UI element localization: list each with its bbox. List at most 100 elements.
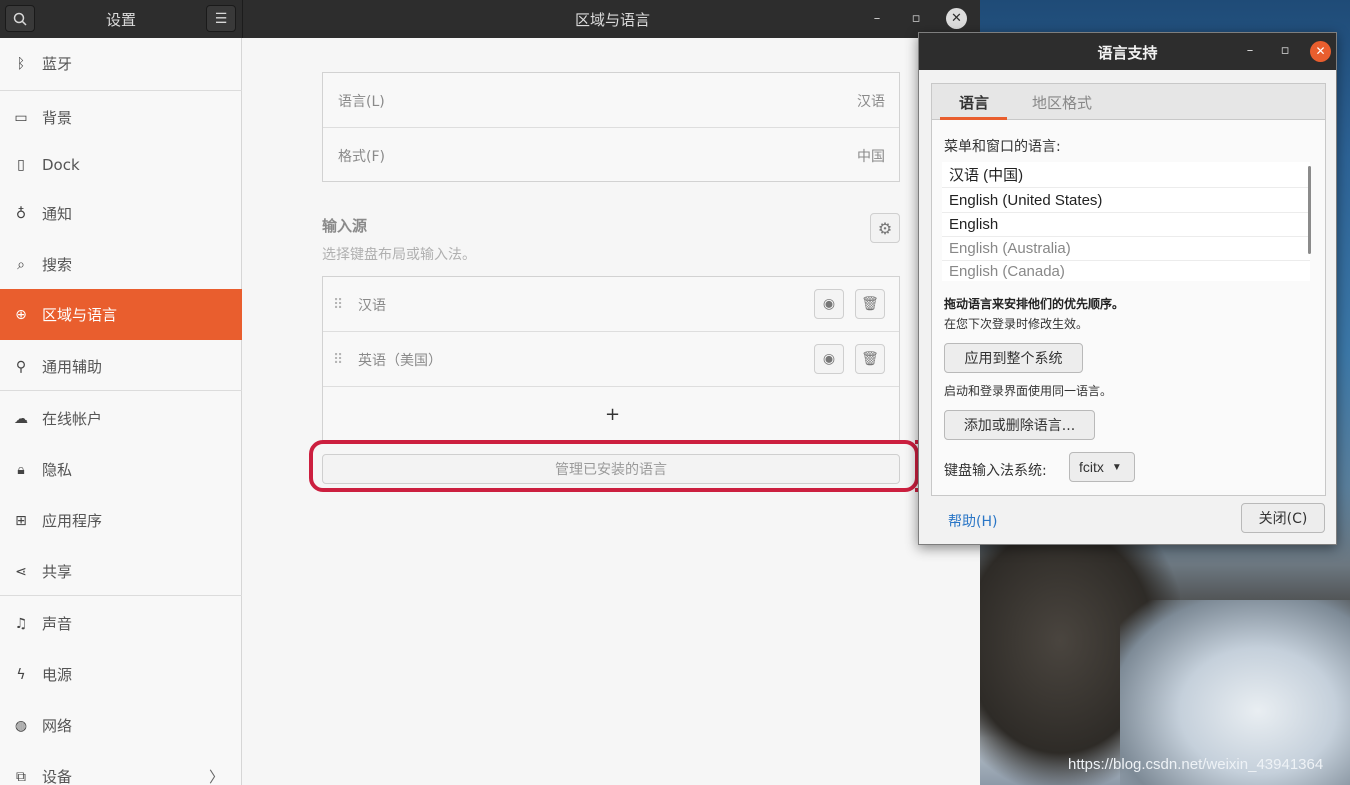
add-input-source-row[interactable]: + <box>323 387 899 442</box>
tab-language[interactable]: 语言 <box>959 92 989 113</box>
list-item[interactable]: English (United States) <box>942 189 1310 213</box>
close-button[interactable]: ✕ <box>946 8 967 29</box>
maximize-icon: ▫ <box>1280 43 1290 58</box>
dialog-title: 语言支持 <box>1097 44 1158 62</box>
sidebar-item-network[interactable]: ◍ 网络 <box>0 700 242 751</box>
sidebar-item-bluetooth[interactable]: ᛒ 蓝牙 <box>0 38 242 89</box>
input-options-button[interactable]: ⚙ <box>870 213 900 243</box>
remove-button[interactable]: 🗑︎ <box>855 289 885 319</box>
input-source-row[interactable]: ⠿ 汉语 ◉ 🗑︎ <box>323 277 899 332</box>
maximize-button[interactable]: ▫ <box>907 10 925 28</box>
format-row[interactable]: 格式(F) 中国 <box>323 128 899 183</box>
sidebar-item-label: 隐私 <box>42 461 73 479</box>
eye-icon: ◉ <box>822 296 836 312</box>
sidebar-item-label: Dock <box>42 155 80 174</box>
apply-system-wide-button[interactable]: 应用到整个系统 <box>944 343 1083 373</box>
menu-button[interactable]: ☰ <box>206 5 236 32</box>
language-row-label: 语言(L) <box>338 93 385 110</box>
dialog-close-text-button[interactable]: 关闭(C) <box>1241 503 1325 533</box>
bell-icon: ♁ <box>15 205 27 222</box>
plus-icon: + <box>605 404 621 425</box>
trash-icon: 🗑︎ <box>861 351 879 367</box>
help-button[interactable]: 帮助(H) <box>948 511 997 531</box>
dock-icon: ▯ <box>17 156 25 173</box>
share-icon: ⋖ <box>15 563 27 580</box>
dialog-maximize-button[interactable]: ▫ <box>1276 42 1294 60</box>
im-system-value: fcitx <box>1079 459 1104 475</box>
sidebar-item-devices[interactable]: ⧉ 设备 〉 <box>0 751 242 785</box>
apps-icon: ⊞ <box>15 512 27 529</box>
add-remove-languages-button[interactable]: 添加或删除语言... <box>944 410 1095 440</box>
headerbar-divider <box>242 0 243 38</box>
search-icon: ⌕ <box>17 256 25 273</box>
dropdown-arrow-icon: ▼ <box>1111 461 1122 473</box>
input-sources-frame: ⠿ 汉语 ◉ 🗑︎ ⠿ 英语（美国） ◉ 🗑︎ + <box>322 276 900 441</box>
devices-icon: ⧉ <box>16 768 26 785</box>
sidebar-item-privacy[interactable]: 🔒︎ 隐私 <box>0 444 242 495</box>
sidebar-item-label: 共享 <box>42 563 73 581</box>
sidebar-item-label: 网络 <box>42 717 73 735</box>
highlight-manage-button <box>309 440 919 492</box>
minimize-button[interactable]: – <box>868 10 886 28</box>
sidebar-item-label: 区域与语言 <box>42 306 118 324</box>
sidebar-item-region-language[interactable]: ⊕ 区域与语言 <box>0 289 242 340</box>
minimize-icon: – <box>1246 43 1254 58</box>
preview-button[interactable]: ◉ <box>814 344 844 374</box>
sidebar-separator <box>0 595 242 596</box>
drag-handle-icon[interactable]: ⠿ <box>333 352 343 368</box>
sidebar-item-accessibility[interactable]: ⚲ 通用辅助 <box>0 341 242 392</box>
maximize-icon: ▫ <box>911 11 921 26</box>
sidebar-item-background[interactable]: ▭ 背景 <box>0 92 242 143</box>
sidebar-item-dock[interactable]: ▯ Dock <box>0 139 242 190</box>
format-row-label: 格式(F) <box>338 148 385 165</box>
sidebar-item-sound[interactable]: ♫ 声音 <box>0 598 242 649</box>
im-system-combo[interactable]: fcitx ▼ <box>1069 452 1135 482</box>
list-item[interactable]: 汉语 (中国) <box>942 164 1310 188</box>
sidebar-item-label: 在线帐户 <box>42 410 103 428</box>
sidebar-item-label: 应用程序 <box>42 512 103 530</box>
search-button[interactable] <box>5 5 35 32</box>
headerbar: 设置 ☰ 区域与语言 – ▫ ✕ <box>0 0 980 38</box>
network-icon: ◍ <box>14 717 28 734</box>
trash-icon: 🗑︎ <box>861 296 879 312</box>
sidebar-item-sharing[interactable]: ⋖ 共享 <box>0 546 242 597</box>
language-row[interactable]: 语言(L) 汉语 <box>323 73 899 128</box>
sidebar-item-label: 背景 <box>42 109 73 127</box>
sidebar-item-label: 声音 <box>42 615 73 633</box>
dialog-close-button[interactable]: ✕ <box>1310 41 1331 62</box>
im-system-label: 键盘输入法系统: <box>944 463 1047 479</box>
sidebar-item-applications[interactable]: ⊞ 应用程序 <box>0 495 242 546</box>
input-source-row[interactable]: ⠿ 英语（美国） ◉ 🗑︎ <box>323 332 899 387</box>
list-item[interactable]: English (Australia) <box>942 237 1310 261</box>
language-list[interactable]: 汉语 (中国) English (United States) English … <box>942 162 1310 281</box>
sidebar-item-label: 电源 <box>42 666 73 684</box>
list-item[interactable]: English <box>942 213 1310 237</box>
drag-handle-icon[interactable]: ⠿ <box>333 297 343 313</box>
remove-button[interactable]: 🗑︎ <box>855 344 885 374</box>
bluetooth-icon: ᛒ <box>16 55 26 72</box>
list-scrollbar[interactable] <box>1308 166 1311 254</box>
sidebar-separator <box>0 390 242 391</box>
sidebar-item-search[interactable]: ⌕ 搜索 <box>0 239 242 290</box>
sidebar-item-online-accounts[interactable]: ☁ 在线帐户 <box>0 393 242 444</box>
menu-language-label: 菜单和窗口的语言: <box>944 139 1061 155</box>
sidebar-item-label: 通知 <box>42 205 73 223</box>
cloud-icon: ☁ <box>14 410 28 427</box>
dialog-minimize-button[interactable]: – <box>1241 42 1259 60</box>
tab-regional-formats[interactable]: 地区格式 <box>1032 92 1092 113</box>
language-row-value: 汉语 <box>857 93 885 110</box>
power-icon: ϟ <box>16 666 26 683</box>
sidebar-title: 设置 <box>106 11 137 29</box>
sidebar-item-notifications[interactable]: ♁ 通知 <box>0 188 242 239</box>
sidebar-item-power[interactable]: ϟ 电源 <box>0 649 242 700</box>
eye-icon: ◉ <box>822 351 836 367</box>
sidebar-item-label: 通用辅助 <box>42 358 103 376</box>
background-icon: ▭ <box>14 109 28 126</box>
preview-button[interactable]: ◉ <box>814 289 844 319</box>
list-item[interactable]: English (Canada) <box>942 260 1310 281</box>
hamburger-menu-icon: ☰ <box>214 10 228 27</box>
search-icon <box>13 12 27 26</box>
sidebar-item-label: 蓝牙 <box>42 55 73 73</box>
close-icon: ✕ <box>951 11 962 26</box>
main-panel: 语言(L) 汉语 格式(F) 中国 输入源 选择键盘布局或输入法。 ⚙ ⠿ 汉语… <box>243 38 980 785</box>
